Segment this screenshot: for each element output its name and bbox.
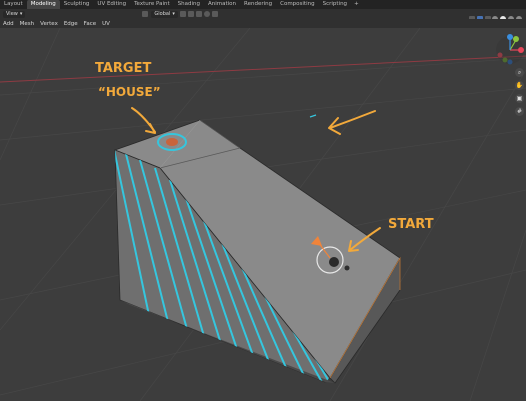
menu-face[interactable]: Face xyxy=(81,21,99,27)
menu-edge[interactable]: Edge xyxy=(61,21,81,27)
tab-modeling[interactable]: Modeling xyxy=(26,0,60,9)
grid-icon[interactable]: # xyxy=(515,107,524,116)
falloff-icon[interactable] xyxy=(211,11,218,17)
proportional-edit-icon[interactable] xyxy=(203,11,210,17)
tab-shading[interactable]: Shading xyxy=(174,0,204,9)
tab-uv-editing[interactable]: UV Editing xyxy=(93,0,130,9)
pan-hand-icon[interactable]: ✋ xyxy=(515,81,524,90)
add-workspace-button[interactable]: + xyxy=(351,0,362,9)
tab-compositing[interactable]: Compositing xyxy=(276,0,318,9)
viewport-canvas: TARGET “HOUSE” START xyxy=(0,28,526,401)
target-label-line1: TARGET xyxy=(95,61,151,76)
tab-animation[interactable]: Animation xyxy=(204,0,240,9)
camera-icon[interactable]: ▣ xyxy=(515,94,524,103)
navigation-gizmo-icon[interactable] xyxy=(496,34,524,65)
view-dropdown-label: View xyxy=(6,11,18,17)
tab-layout[interactable]: Layout xyxy=(0,0,27,9)
view-dropdown[interactable]: View ▾ xyxy=(3,10,26,18)
snap-target-icon[interactable] xyxy=(195,11,202,17)
3d-viewport[interactable]: TARGET “HOUSE” START ⌕ ✋ ▣ # xyxy=(0,28,526,401)
viewport-header: View ▾ Global ▾ xyxy=(0,9,526,19)
menu-add[interactable]: Add xyxy=(0,21,17,27)
target-label-line2: “HOUSE” xyxy=(98,85,161,99)
tab-scripting[interactable]: Scripting xyxy=(319,0,351,9)
x-axis-line xyxy=(0,55,526,83)
start-label: START xyxy=(388,217,434,232)
select-mode-icon[interactable] xyxy=(142,11,149,17)
tab-texture-paint[interactable]: Texture Paint xyxy=(130,0,174,9)
orientation-dropdown[interactable]: Global ▾ xyxy=(151,10,178,18)
edit-mode-menu-bar: Add Mesh Vertex Edge Face UV xyxy=(0,19,526,28)
orientation-label: Global xyxy=(154,11,171,17)
tab-sculpting[interactable]: Sculpting xyxy=(60,0,94,9)
menu-mesh[interactable]: Mesh xyxy=(17,21,37,27)
menu-vertex[interactable]: Vertex xyxy=(37,21,61,27)
cyan-dash-mark xyxy=(309,114,317,118)
workspace-tab-bar: Layout Modeling Sculpting UV Editing Tex… xyxy=(0,0,526,9)
chevron-down-icon: ▾ xyxy=(19,11,23,17)
chevron-down-icon: ▾ xyxy=(172,11,175,17)
pivot-icon[interactable] xyxy=(179,11,186,17)
blender-window: Layout Modeling Sculpting UV Editing Tex… xyxy=(0,0,526,401)
zoom-icon[interactable]: ⌕ xyxy=(515,68,524,77)
menu-uv[interactable]: UV xyxy=(99,21,113,27)
tab-rendering[interactable]: Rendering xyxy=(240,0,276,9)
snap-icon[interactable] xyxy=(187,11,194,17)
